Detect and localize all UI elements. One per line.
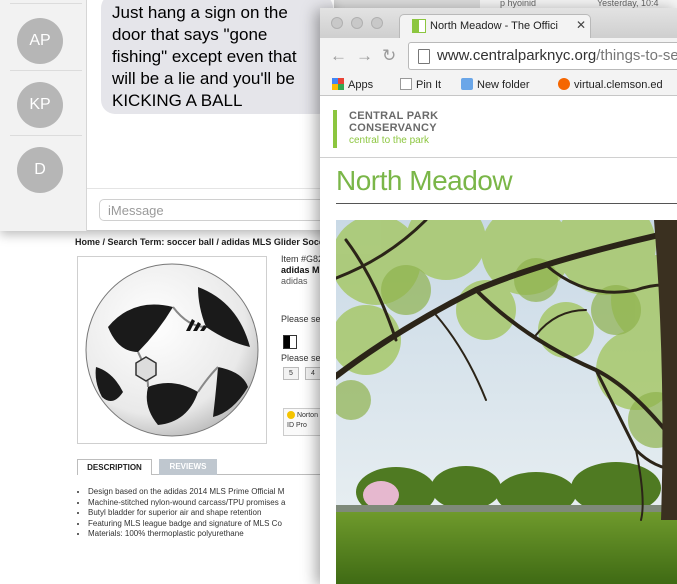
meadow-image [336, 220, 677, 584]
list-item: Butyl bladder for superior air and shape… [88, 508, 285, 519]
message-line: fishing" except even that [112, 47, 297, 66]
item-number: Item #G82 [281, 254, 324, 264]
select-size-prompt: Please sel [281, 353, 323, 363]
color-swatch[interactable] [283, 335, 297, 349]
list-item: Featuring MLS league badge and signature… [88, 519, 285, 530]
product-brand[interactable]: adidas [281, 276, 323, 287]
page-icon [400, 78, 412, 90]
message-bubble[interactable]: Just hang a sign on the door that says "… [101, 0, 333, 114]
close-window-button[interactable] [331, 17, 343, 29]
url-host: www.centralparknyc.org [437, 47, 597, 64]
tab-description[interactable]: DESCRIPTION [77, 459, 152, 475]
minimize-window-button[interactable] [351, 17, 363, 29]
peek-text: p hyoinid [500, 0, 537, 8]
browser-toolbar: ← → ↻ www.centralparknyc.org/things-to-s… [320, 38, 677, 74]
peek-timestamp: Yesterday, 10:4 [597, 0, 659, 8]
conversation-list: AP KP D [0, 0, 87, 231]
product-name: adidas M [281, 265, 320, 275]
bookmark-apps[interactable]: Apps [332, 78, 373, 91]
paw-icon [558, 78, 570, 90]
bookmark-clemson[interactable]: virtual.clemson.ed [558, 78, 663, 91]
message-line: KICKING A BALL [112, 91, 243, 110]
id-protect-label: ID Pro [287, 422, 307, 429]
product-image[interactable] [77, 256, 267, 444]
divider [10, 3, 82, 4]
list-item: Machine-stitched nylon-wound carcass/TPU… [88, 498, 285, 509]
size-option[interactable]: 5 [283, 367, 299, 380]
list-item: Design based on the adidas 2014 MLS Prim… [88, 487, 285, 498]
logo-bar [333, 110, 337, 148]
meadow-photo[interactable] [336, 220, 677, 584]
page-content: CENTRAL PARK CONSERVANCY central to the … [320, 96, 677, 584]
apps-grid-icon [332, 78, 344, 90]
screen: Home / Search Term: soccer ball / adidas… [0, 0, 677, 584]
select-color-prompt: Please sel [281, 314, 323, 324]
tab-title: North Meadow - The Offici [430, 20, 558, 32]
title-underline [336, 203, 677, 204]
avatar[interactable]: D [17, 147, 63, 193]
size-option[interactable]: 4 [305, 367, 321, 380]
breadcrumb[interactable]: Home / Search Term: soccer ball / adidas… [75, 237, 324, 247]
message-line: will be a lie and you'll be [112, 69, 295, 88]
close-tab-icon[interactable]: ✕ [576, 18, 586, 32]
browser-window: North Meadow - The Offici ✕ ← → ↻ www.ce… [320, 8, 677, 584]
messages-window: AP KP D Just hang a sign on the door tha… [0, 0, 334, 231]
divider [10, 70, 82, 71]
tab-reviews[interactable]: REVIEWS [159, 459, 217, 475]
divider [10, 135, 82, 136]
norton-check-icon [287, 411, 295, 420]
norton-seal[interactable]: Norton ID Pro [283, 408, 323, 436]
bookmark-new-folder[interactable]: New folder [461, 78, 530, 91]
description-list: Design based on the adidas 2014 MLS Prim… [88, 487, 285, 540]
address-bar[interactable]: www.centralparknyc.org/things-to-see [408, 42, 677, 70]
message-line: door that says "gone [112, 25, 268, 44]
back-arrow-icon[interactable]: ← [330, 46, 347, 66]
avatar[interactable]: KP [17, 82, 63, 128]
soccer-ball-image [85, 263, 259, 437]
composer-divider [87, 188, 334, 189]
url-path: /things-to-see [596, 47, 677, 64]
bookmark-label: Apps [348, 79, 374, 91]
folder-icon [461, 78, 473, 90]
list-item: Materials: 100% thermoplastic polyuretha… [88, 529, 285, 540]
bookmark-label: New folder [477, 79, 530, 91]
logo-line: CENTRAL PARK [349, 110, 439, 122]
zoom-window-button[interactable] [371, 17, 383, 29]
avatar[interactable]: AP [17, 18, 63, 64]
site-logo[interactable]: CENTRAL PARK CONSERVANCY [349, 110, 438, 134]
message-input[interactable]: iMessage [99, 199, 333, 221]
message-line: Just hang a sign on the [112, 3, 288, 22]
norton-label: Norton [296, 412, 318, 419]
product-info: Item #G82 adidas M adidas [281, 254, 323, 287]
page-title: North Meadow [336, 165, 513, 196]
park-favicon-icon [412, 19, 426, 33]
header-divider [320, 157, 677, 158]
browser-tab[interactable]: North Meadow - The Offici ✕ [399, 14, 591, 38]
bookmarks-bar: Apps Pin It New folder virtual.clemson.e… [320, 74, 677, 96]
bookmark-label: virtual.clemson.ed [574, 79, 663, 91]
page-icon [418, 49, 430, 64]
product-tabs: DESCRIPTION REVIEWS [77, 459, 337, 475]
logo-tagline: central to the park [349, 135, 430, 146]
browser-titlebar: North Meadow - The Offici ✕ [320, 8, 677, 38]
reload-icon[interactable]: ↻ [382, 46, 396, 66]
bookmark-label: Pin It [416, 79, 442, 91]
logo-line: CONSERVANCY [349, 122, 437, 134]
forward-arrow-icon[interactable]: → [356, 46, 373, 66]
bookmark-pin-it[interactable]: Pin It [400, 78, 441, 91]
